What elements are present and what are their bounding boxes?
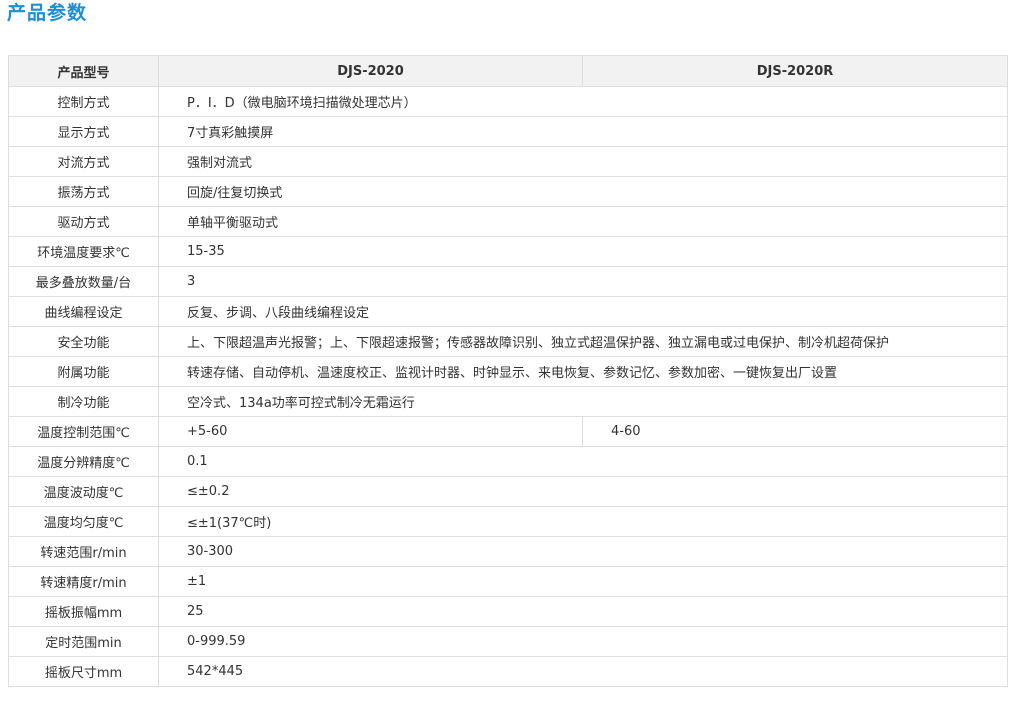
header-label: 产品型号 bbox=[8, 55, 159, 87]
row-label: 附属功能 bbox=[8, 356, 159, 387]
row-label: 安全功能 bbox=[8, 326, 159, 357]
row-value: 强制对流式 bbox=[158, 146, 1008, 177]
row-value: ≤±1(37℃时) bbox=[158, 506, 1008, 537]
row-value: ≤±0.2 bbox=[158, 476, 1008, 507]
row-value: 30-300 bbox=[158, 536, 1008, 567]
table-row: 控制方式 P．I．D（微电脑环境扫描微处理芯片） bbox=[8, 86, 1008, 117]
row-label: 温度控制范围℃ bbox=[8, 416, 159, 447]
table-row: 温度均匀度℃ ≤±1(37℃时) bbox=[8, 506, 1008, 537]
row-label: 驱动方式 bbox=[8, 206, 159, 237]
row-label: 控制方式 bbox=[8, 86, 159, 117]
row-value: 回旋/往复切换式 bbox=[158, 176, 1008, 207]
row-label: 定时范围min bbox=[8, 626, 159, 657]
header-model-a: DJS-2020 bbox=[158, 55, 583, 87]
row-value: 0-999.59 bbox=[158, 626, 1008, 657]
table-row: 驱动方式 单轴平衡驱动式 bbox=[8, 206, 1008, 237]
row-value: ±1 bbox=[158, 566, 1008, 597]
table-row: 摇板振幅mm 25 bbox=[8, 596, 1008, 627]
table-row: 转速范围r/min 30-300 bbox=[8, 536, 1008, 567]
row-label: 对流方式 bbox=[8, 146, 159, 177]
row-label: 温度分辨精度℃ bbox=[8, 446, 159, 477]
table-row: 最多叠放数量/台 3 bbox=[8, 266, 1008, 297]
row-value: 3 bbox=[158, 266, 1008, 297]
table-row: 振荡方式 回旋/往复切换式 bbox=[8, 176, 1008, 207]
row-label: 曲线编程设定 bbox=[8, 296, 159, 327]
row-value: 反复、步调、八段曲线编程设定 bbox=[158, 296, 1008, 327]
row-label: 转速精度r/min bbox=[8, 566, 159, 597]
table-row: 曲线编程设定 反复、步调、八段曲线编程设定 bbox=[8, 296, 1008, 327]
row-label: 温度波动度℃ bbox=[8, 476, 159, 507]
row-value: 0.1 bbox=[158, 446, 1008, 477]
header-model-b: DJS-2020R bbox=[582, 55, 1008, 87]
row-label: 摇板尺寸mm bbox=[8, 656, 159, 687]
table-row: 温度分辨精度℃ 0.1 bbox=[8, 446, 1008, 477]
row-label: 最多叠放数量/台 bbox=[8, 266, 159, 297]
table-row: 温度波动度℃ ≤±0.2 bbox=[8, 476, 1008, 507]
row-value: 空冷式、134a功率可控式制冷无霜运行 bbox=[158, 386, 1008, 417]
row-value: 单轴平衡驱动式 bbox=[158, 206, 1008, 237]
table-row: 转速精度r/min ±1 bbox=[8, 566, 1008, 597]
row-value: 25 bbox=[158, 596, 1008, 627]
table-row: 温度控制范围℃ +5-60 4-60 bbox=[8, 416, 1008, 447]
table-header-row: 产品型号 DJS-2020 DJS-2020R bbox=[8, 55, 1008, 87]
section-heading: 产品参数 bbox=[7, 2, 88, 24]
row-label: 环境温度要求℃ bbox=[8, 236, 159, 267]
row-value-model-a: +5-60 bbox=[158, 416, 583, 447]
table-row: 附属功能 转速存储、自动停机、温速度校正、监视计时器、时钟显示、来电恢复、参数记… bbox=[8, 356, 1008, 387]
row-value: 上、下限超温声光报警；上、下限超速报警；传感器故障识别、独立式超温保护器、独立漏… bbox=[158, 326, 1008, 357]
row-value-model-b: 4-60 bbox=[582, 416, 1008, 447]
table-row: 制冷功能 空冷式、134a功率可控式制冷无霜运行 bbox=[8, 386, 1008, 417]
table-row: 显示方式 7寸真彩触摸屏 bbox=[8, 116, 1008, 147]
row-label: 振荡方式 bbox=[8, 176, 159, 207]
row-label: 显示方式 bbox=[8, 116, 159, 147]
spec-table: 产品型号 DJS-2020 DJS-2020R 控制方式 P．I．D（微电脑环境… bbox=[8, 55, 1008, 687]
table-row: 定时范围min 0-999.59 bbox=[8, 626, 1008, 657]
row-value: 15-35 bbox=[158, 236, 1008, 267]
table-row: 安全功能 上、下限超温声光报警；上、下限超速报警；传感器故障识别、独立式超温保护… bbox=[8, 326, 1008, 357]
row-label: 转速范围r/min bbox=[8, 536, 159, 567]
row-label: 摇板振幅mm bbox=[8, 596, 159, 627]
row-label: 制冷功能 bbox=[8, 386, 159, 417]
row-value: 转速存储、自动停机、温速度校正、监视计时器、时钟显示、来电恢复、参数记忆、参数加… bbox=[158, 356, 1008, 387]
table-row: 环境温度要求℃ 15-35 bbox=[8, 236, 1008, 267]
row-value: 7寸真彩触摸屏 bbox=[158, 116, 1008, 147]
row-label: 温度均匀度℃ bbox=[8, 506, 159, 537]
table-row: 对流方式 强制对流式 bbox=[8, 146, 1008, 177]
row-value: P．I．D（微电脑环境扫描微处理芯片） bbox=[158, 86, 1008, 117]
table-row: 摇板尺寸mm 542*445 bbox=[8, 656, 1008, 687]
row-value: 542*445 bbox=[158, 656, 1008, 687]
